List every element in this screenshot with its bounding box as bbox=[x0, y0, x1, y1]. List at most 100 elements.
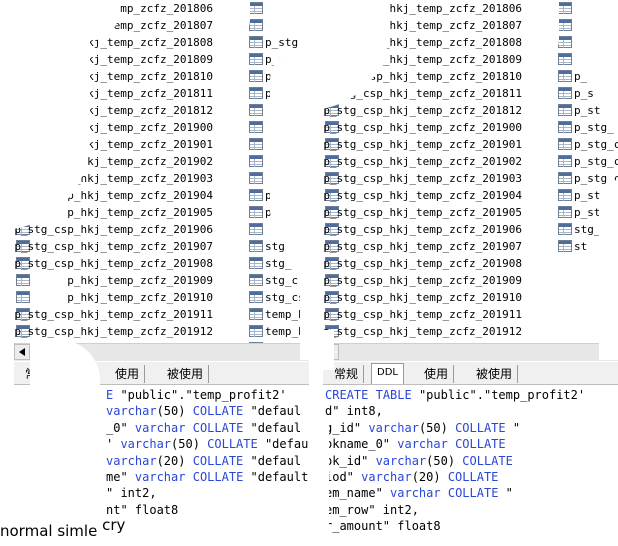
table-icon bbox=[249, 2, 263, 14]
code-line: g_id" varchar(50) COLLATE " bbox=[325, 420, 521, 435]
table-icon bbox=[558, 53, 572, 65]
table-name: p_stg_csp_hkj_temp_zcfz_201912 bbox=[323, 325, 522, 338]
code-line: iod" varchar(20) COLLATE bbox=[325, 470, 499, 484]
table-name: stg_ bbox=[574, 223, 601, 236]
tab-used-by[interactable]: 被使用 bbox=[162, 365, 210, 383]
horizontal-scrollbar[interactable] bbox=[323, 343, 618, 361]
table-icon bbox=[249, 19, 263, 31]
right-screenshot-panel: hkj_temp_zcfz_201806 hkj_temp_zcfz_201807… bbox=[309, 0, 618, 546]
table-icon bbox=[249, 121, 263, 133]
table-icon bbox=[558, 104, 572, 116]
caption-main: normal simle bbox=[0, 522, 103, 540]
table-icon bbox=[249, 36, 263, 48]
table-name: p_stg_csp_hkj_temp_zcfz_201908 bbox=[323, 257, 522, 270]
list-item[interactable]: temp_b bbox=[0, 306, 309, 323]
list-item[interactable]: p_stg_ bbox=[309, 204, 618, 221]
list-item[interactable]: p_stg_ bbox=[309, 119, 618, 136]
list-item[interactable]: stg_ bbox=[0, 255, 309, 272]
table-name: stg_ bbox=[265, 257, 292, 270]
table-icon bbox=[249, 257, 263, 269]
table-icon bbox=[558, 189, 572, 201]
list-item[interactable]: p_stg_c bbox=[309, 187, 618, 204]
table-icon bbox=[249, 291, 263, 303]
scroll-left-arrow-icon[interactable] bbox=[14, 344, 30, 360]
table-name: p_stg_csp_hkj_temp_zcfz_201909 bbox=[323, 274, 522, 287]
list-item[interactable]: temp_b bbox=[0, 323, 309, 340]
tab-ddl[interactable]: DDL bbox=[371, 363, 404, 384]
table-icon bbox=[249, 189, 263, 201]
table-icon bbox=[558, 206, 572, 218]
code-line: _0" varchar COLLATE "defaul bbox=[106, 420, 302, 435]
table-name: p_stg_ bbox=[574, 121, 614, 134]
code-line: CREATE TABLE "public"."temp_profit2' bbox=[325, 388, 586, 402]
table-icon bbox=[558, 138, 572, 150]
table-name: stg_cs bbox=[265, 291, 305, 304]
list-item[interactable]: stg_ bbox=[309, 221, 618, 238]
table-icon bbox=[558, 223, 572, 235]
left-screenshot-panel: hkj_temp_zcfz_201806 hkj_temp_zcfz_201807… bbox=[0, 0, 309, 546]
tab-usage[interactable]: 使用 bbox=[110, 365, 146, 383]
table-icon bbox=[249, 172, 263, 184]
list-item[interactable]: p_stg_csp_hkj_temp_zcfz_201910 bbox=[309, 289, 618, 306]
code-line: varchar(20) COLLATE "defaul bbox=[106, 453, 302, 468]
table-name: temp_b bbox=[265, 308, 305, 321]
list-item[interactable]: p_stg_csp_hkj_temp_zcfz_201912 bbox=[309, 323, 618, 340]
list-item[interactable]: st bbox=[309, 238, 618, 255]
table-name: p_st bbox=[574, 104, 601, 117]
code-line: ' varchar(50) COLLATE "defau bbox=[106, 437, 309, 452]
code-line: okname_0" varchar COLLATE bbox=[325, 437, 506, 452]
list-item[interactable]: p_stg_csp_hkj_temp_zcfz_201908 bbox=[309, 255, 618, 272]
list-item[interactable]: p_stg_csp_hkj_temp_zcfz_201911 bbox=[309, 306, 618, 323]
tab-usage[interactable]: 使用 bbox=[419, 365, 455, 383]
table-icon bbox=[249, 274, 263, 286]
table-name: p_stg_c bbox=[574, 138, 618, 151]
list-item[interactable] bbox=[0, 221, 309, 238]
code-line: " int2, bbox=[106, 486, 157, 501]
list-item[interactable]: stg_c bbox=[0, 272, 309, 289]
table-icon bbox=[249, 240, 263, 252]
table-name: p_stg_c bbox=[574, 155, 618, 168]
table-icon bbox=[249, 87, 263, 99]
table-name: stg bbox=[265, 240, 285, 253]
list-item[interactable]: p_stg_c bbox=[309, 170, 618, 187]
list-item[interactable]: p_stg_c bbox=[309, 136, 618, 153]
code-line: me" varchar COLLATE "default bbox=[106, 470, 309, 484]
table-name: p_ bbox=[574, 70, 588, 83]
ddl-code-view: CREATE TABLE "public"."temp_profit2' d" i… bbox=[323, 385, 618, 533]
tab-used-by[interactable]: 被使用 bbox=[471, 365, 519, 383]
table-name: temp_b bbox=[265, 325, 305, 338]
table-icon bbox=[558, 87, 572, 99]
code-line: em_name" varchar COLLATE " bbox=[325, 486, 513, 501]
tab-general[interactable]: 常规 bbox=[329, 365, 365, 383]
table-icon bbox=[249, 206, 263, 218]
table-icon bbox=[558, 36, 572, 48]
code-line: varchar(50) COLLATE "defaul bbox=[106, 404, 302, 419]
table-icon bbox=[558, 172, 572, 184]
table-icon bbox=[249, 308, 263, 320]
table-icon bbox=[558, 70, 572, 82]
list-item[interactable]: stg_cs bbox=[0, 289, 309, 306]
code-line: ok_id" varchar(50) COLLATE bbox=[325, 453, 513, 468]
table-icon bbox=[558, 121, 572, 133]
list-item[interactable]: p_st bbox=[309, 102, 618, 119]
list-item[interactable]: p_stg_c bbox=[309, 153, 618, 170]
table-icon bbox=[558, 2, 572, 14]
code-line: E "public"."temp_profit2' bbox=[106, 388, 287, 402]
table-icon bbox=[249, 104, 263, 116]
code-line: d" int8, bbox=[325, 404, 383, 419]
list-item[interactable]: p_stg_csp_hkj_temp_zcfz_201909 bbox=[309, 272, 618, 289]
table-icon bbox=[249, 155, 263, 167]
object-tabs: 常规 DDL 使用 被使用 bbox=[323, 362, 618, 385]
table-name: st bbox=[574, 240, 588, 253]
code-line: em_row" int2, bbox=[325, 502, 419, 517]
table-icon bbox=[558, 19, 572, 31]
table-icon bbox=[249, 325, 263, 337]
caption-sup: cry bbox=[102, 516, 126, 534]
table-icon bbox=[558, 240, 572, 252]
table-icon bbox=[249, 138, 263, 150]
table-name: p_stg bbox=[265, 36, 299, 49]
table-icon bbox=[558, 155, 572, 167]
code-line: r_amount" float8 bbox=[325, 519, 441, 534]
list-item[interactable]: stg bbox=[0, 238, 309, 255]
caption-text: normal simle cry bbox=[0, 516, 125, 540]
